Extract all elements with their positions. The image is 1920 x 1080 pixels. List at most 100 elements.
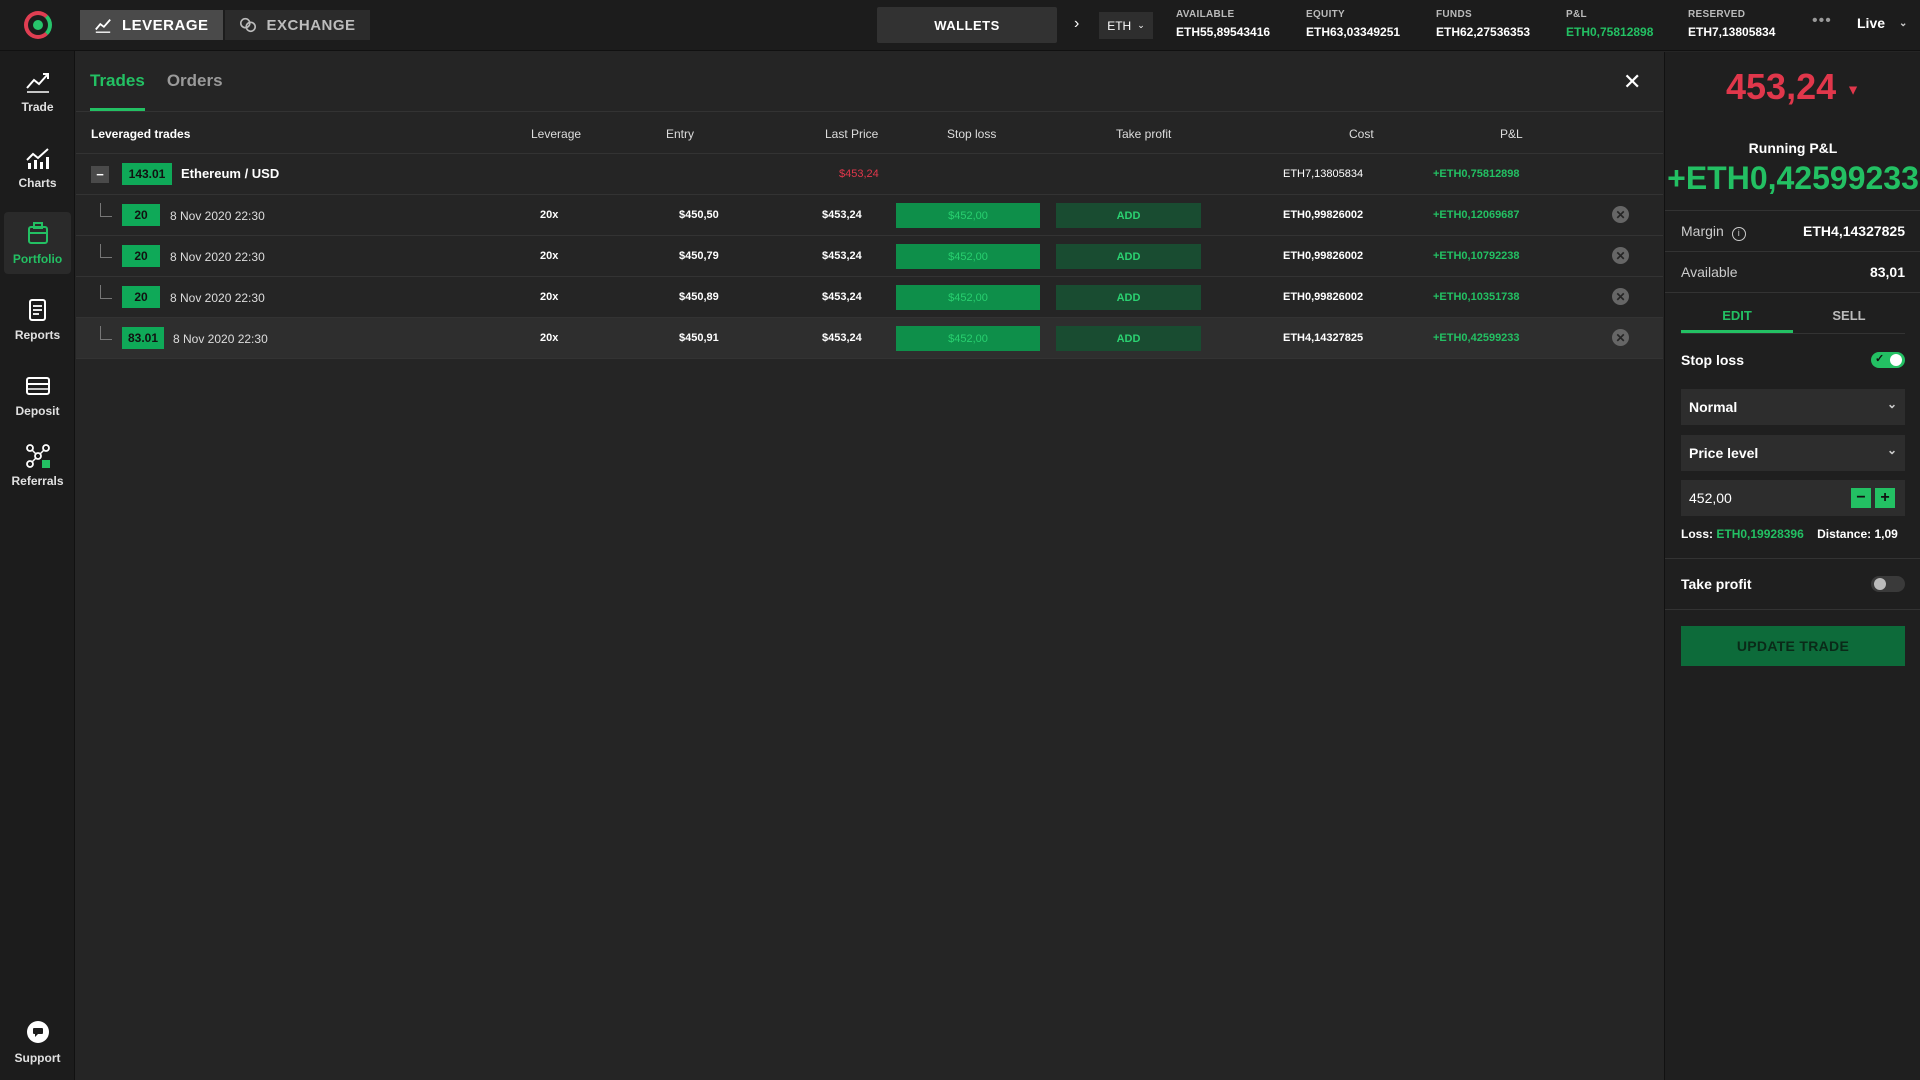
chevron-right-icon[interactable]: › [1074,15,1079,33]
stop-loss-button[interactable]: $452,00 [896,326,1040,351]
level-type-select[interactable]: Price level ⌄ [1681,435,1905,471]
take-profit-add-button[interactable]: ADD [1056,326,1201,351]
take-profit-add-button[interactable]: ADD [1056,244,1201,269]
tree-connector [100,285,112,299]
switch-knob [1890,354,1902,366]
take-profit-add-button[interactable]: ADD [1056,285,1201,310]
trade-leverage: 20x [540,250,559,262]
col-entry: Entry [666,127,695,141]
line-chart-icon [95,19,111,33]
table-row[interactable]: 20 8 Nov 2020 22:30 20x $450,50 $453,24 … [76,195,1663,236]
update-trade-button[interactable]: UPDATE TRADE [1681,626,1905,666]
tab-edit[interactable]: EDIT [1681,296,1793,333]
trade-cost: ETH4,14327825 [1283,332,1364,344]
table-row[interactable]: 20 8 Nov 2020 22:30 20x $450,89 $453,24 … [76,277,1663,318]
plus-icon[interactable]: + [1875,488,1895,508]
trade-date: 8 Nov 2020 22:30 [173,332,268,346]
leverage-mode-tab[interactable]: LEVERAGE [80,10,223,40]
col-stop-loss: Stop loss [947,127,997,141]
col-pnl: P&L [1500,127,1523,141]
table-header: Leveraged trades Leverage Entry Last Pri… [76,111,1663,154]
trade-date: 8 Nov 2020 22:30 [170,209,265,223]
col-leveraged-trades: Leveraged trades [91,127,191,141]
sidebar-item-referrals[interactable]: Referrals [4,434,71,496]
stat-label: P&L [1566,9,1587,20]
stop-type-select[interactable]: Normal ⌄ [1681,389,1905,425]
table-row[interactable]: 20 8 Nov 2020 22:30 20x $450,79 $453,24 … [76,236,1663,277]
funds-stat: FUNDS ETH62,27536353 [1436,9,1530,39]
distance-label: Distance: [1817,527,1872,541]
currency-select[interactable]: ETH ⌄ [1099,12,1153,39]
stop-loss-label: Stop loss [1681,352,1745,368]
portfolio-icon [27,222,48,244]
trade-last-price: $453,24 [822,332,862,344]
loss-distance-line: Loss: ETH0,19928396 Distance: 1,09 [1681,527,1898,541]
group-row[interactable]: − 143.01 Ethereum / USD $453,24 ETH7,138… [76,154,1663,195]
close-trade-icon[interactable]: ✕ [1612,206,1629,223]
stat-label: RESERVED [1688,9,1746,20]
table-row[interactable]: 83.01 8 Nov 2020 22:30 20x $450,91 $453,… [76,318,1663,359]
trade-entry: $450,50 [679,209,719,221]
sidebar-item-reports[interactable]: Reports [4,288,71,350]
tab-trades[interactable]: Trades [90,52,145,111]
margin-row: Margin i ETH4,14327825 [1665,210,1920,251]
take-profit-switch[interactable] [1871,576,1905,592]
take-profit-add-button[interactable]: ADD [1056,203,1201,228]
stop-loss-button[interactable]: $452,00 [896,285,1040,310]
sidebar-item-charts[interactable]: Charts [4,136,71,198]
loss-value: ETH0,19928396 [1716,527,1804,541]
col-take-profit: Take profit [1116,127,1172,141]
current-price: 453,24 ▼ [1665,66,1920,108]
amount-badge: 20 [122,286,160,308]
trades-orders-tabs: Trades Orders [90,52,223,111]
stat-value: ETH63,03349251 [1306,25,1401,39]
more-options-icon[interactable]: ••• [1812,12,1832,30]
sidebar-item-deposit[interactable]: Deposit [4,364,71,426]
stop-price-input[interactable]: 452,00 − + [1681,480,1905,516]
sidebar-item-portfolio[interactable]: Portfolio [4,212,71,274]
price-value: 453,24 [1726,66,1837,107]
amount-badge: 20 [122,204,160,226]
available-label: Available [1681,264,1738,280]
close-trade-icon[interactable]: ✕ [1612,288,1629,305]
info-icon[interactable]: i [1731,227,1746,241]
trade-pnl: +ETH0,12069687 [1433,209,1520,221]
close-trade-icon[interactable]: ✕ [1612,247,1629,264]
wallets-button[interactable]: WALLETS [877,7,1057,43]
stop-loss-toggle-row: Stop loss ✓ [1681,352,1905,368]
sidebar: Trade Charts Portfolio Reports Deposit R… [0,51,75,1080]
close-icon[interactable]: ✕ [1623,69,1641,95]
sidebar-item-trade[interactable]: Trade [4,60,71,122]
exchange-label: EXCHANGE [266,16,356,34]
instrument-name: Ethereum / USD [181,166,280,181]
app-logo[interactable] [0,0,76,51]
sidebar-item-label: Trade [21,100,54,114]
trade-last-price: $453,24 [822,250,862,262]
trade-date: 8 Nov 2020 22:30 [170,291,265,305]
live-mode-select[interactable]: Live ⌄ [1857,15,1907,31]
stop-loss-button[interactable]: $452,00 [896,203,1040,228]
minus-icon[interactable]: − [1851,488,1871,508]
tab-sell[interactable]: SELL [1793,296,1905,333]
sidebar-item-label: Charts [18,176,57,190]
trade-detail-panel: 453,24 ▼ Running P&L +ETH0,42599233 Marg… [1664,52,1920,1080]
main-content: Trades Orders ✕ Leveraged trades Leverag… [76,52,1663,1080]
deposit-icon [25,377,50,395]
chevron-down-icon: ⌄ [1886,397,1897,411]
trade-last-price: $453,24 [822,209,862,221]
sidebar-item-support[interactable]: Support [4,1011,71,1073]
stop-loss-switch[interactable]: ✓ [1871,352,1905,368]
close-trade-icon[interactable]: ✕ [1612,329,1629,346]
stop-loss-button[interactable]: $452,00 [896,244,1040,269]
collapse-icon[interactable]: − [91,166,109,183]
exchange-mode-tab[interactable]: EXCHANGE [224,10,370,40]
reserved-stat: RESERVED ETH7,13805834 [1688,9,1775,39]
tab-orders[interactable]: Orders [167,52,223,111]
stat-value: ETH7,13805834 [1688,25,1776,39]
running-pnl-label: Running P&L [1748,140,1838,156]
stop-price-value: 452,00 [1689,490,1732,506]
live-label: Live [1857,15,1886,31]
trade-cost: ETH0,99826002 [1283,209,1364,221]
amount-badge: 20 [122,245,160,267]
trade-entry: $450,79 [679,250,719,262]
